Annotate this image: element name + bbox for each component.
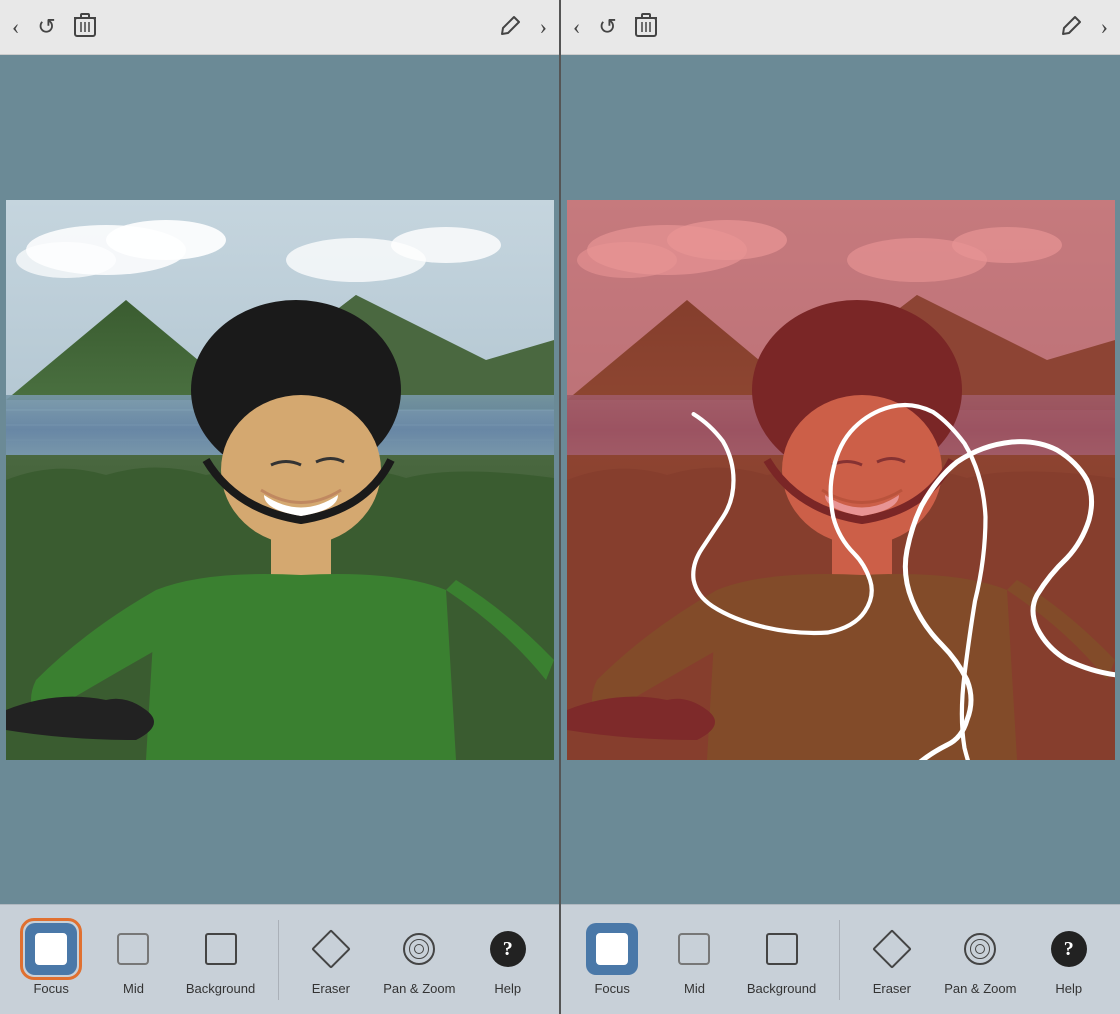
background-icon <box>205 933 237 965</box>
right-photo <box>567 200 1115 760</box>
right-help-icon: ? <box>1051 931 1087 967</box>
left-back-button[interactable]: ‹ <box>12 16 19 38</box>
left-edit-button[interactable] <box>500 14 522 40</box>
left-photo <box>6 200 554 760</box>
right-focus-label: Focus <box>594 981 629 996</box>
right-mid-icon <box>678 933 710 965</box>
right-tool-focus[interactable]: Focus <box>582 923 642 996</box>
right-forward-button[interactable]: › <box>1101 16 1108 38</box>
right-help-label: Help <box>1055 981 1082 996</box>
left-tool-help[interactable]: ? Help <box>478 923 538 996</box>
left-forward-button[interactable]: › <box>540 16 547 38</box>
left-delete-button[interactable] <box>74 12 96 42</box>
right-divider <box>839 920 840 1000</box>
right-toolbar: ‹ ↺ › <box>561 0 1120 55</box>
right-background-icon <box>766 933 798 965</box>
left-background-label: Background <box>186 981 255 996</box>
left-mid-label: Mid <box>123 981 144 996</box>
right-tool-mid[interactable]: Mid <box>664 923 724 996</box>
left-tool-mid[interactable]: Mid <box>103 923 163 996</box>
right-tool-pan-zoom[interactable]: Pan & Zoom <box>944 923 1016 996</box>
right-eraser-icon <box>872 929 912 969</box>
left-undo-button[interactable]: ↺ <box>37 16 55 38</box>
right-undo-button[interactable]: ↺ <box>598 16 616 38</box>
left-pan-zoom-label: Pan & Zoom <box>383 981 455 996</box>
pan-zoom-icon <box>403 933 435 965</box>
right-pan-zoom-label: Pan & Zoom <box>944 981 1016 996</box>
left-tool-pan-zoom[interactable]: Pan & Zoom <box>383 923 455 996</box>
left-focus-label: Focus <box>33 981 68 996</box>
right-tool-background[interactable]: Background <box>747 923 816 996</box>
left-panel: ‹ ↺ › <box>0 0 561 1014</box>
left-tool-focus[interactable]: Focus <box>21 923 81 996</box>
left-tool-eraser[interactable]: Eraser <box>301 923 361 996</box>
help-icon: ? <box>490 931 526 967</box>
right-image-area <box>561 55 1120 904</box>
left-eraser-label: Eraser <box>312 981 350 996</box>
right-tool-eraser[interactable]: Eraser <box>862 923 922 996</box>
right-bottom-toolbar: Focus Mid Background Eraser <box>561 904 1120 1014</box>
right-edit-button[interactable] <box>1061 14 1083 40</box>
right-back-button[interactable]: ‹ <box>573 16 580 38</box>
left-tool-background[interactable]: Background <box>186 923 255 996</box>
right-eraser-label: Eraser <box>873 981 911 996</box>
left-image-area <box>0 55 559 904</box>
right-pan-zoom-icon <box>964 933 996 965</box>
right-delete-button[interactable] <box>635 12 657 42</box>
right-mid-label: Mid <box>684 981 705 996</box>
right-background-label: Background <box>747 981 816 996</box>
mid-icon <box>117 933 149 965</box>
left-help-label: Help <box>494 981 521 996</box>
left-bottom-toolbar: Focus Mid Background Eraser <box>0 904 559 1014</box>
eraser-icon <box>311 929 351 969</box>
right-tool-help[interactable]: ? Help <box>1039 923 1099 996</box>
left-toolbar: ‹ ↺ › <box>0 0 559 55</box>
left-divider <box>278 920 279 1000</box>
right-panel: ‹ ↺ › <box>561 0 1120 1014</box>
right-focus-icon <box>596 933 628 965</box>
